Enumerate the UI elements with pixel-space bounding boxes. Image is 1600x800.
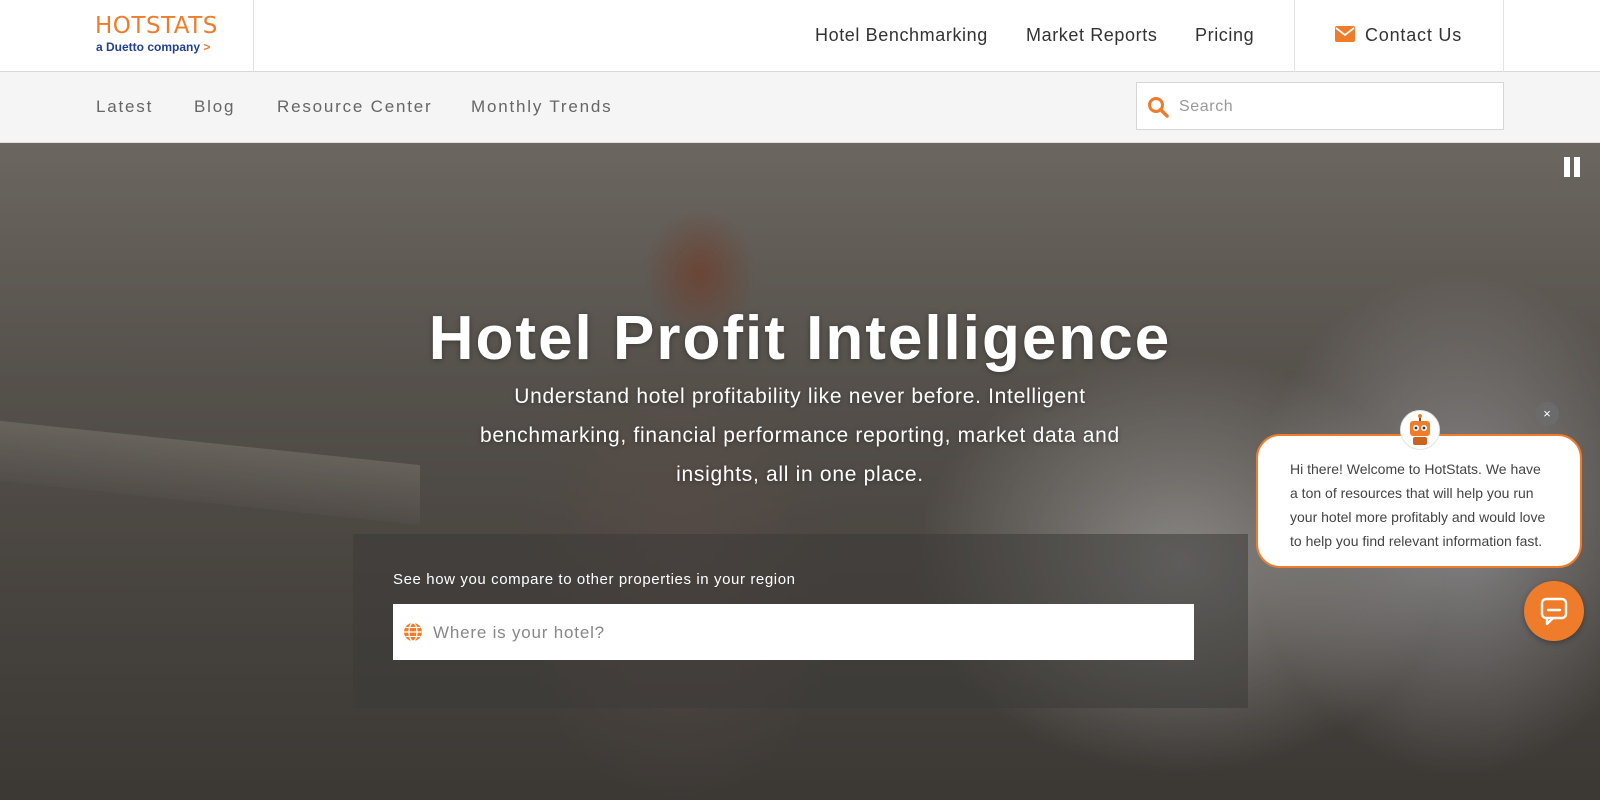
pause-video-button[interactable]	[1562, 155, 1582, 179]
nav-market-reports[interactable]: Market Reports	[1026, 24, 1157, 46]
hero-subtitle: Understand hotel profitability like neve…	[480, 385, 1120, 486]
logo-tagline: a Duetto company >	[96, 41, 210, 53]
nav-pricing[interactable]: Pricing	[1195, 24, 1254, 46]
search-box	[1136, 82, 1504, 130]
chat-close-button[interactable]: ×	[1535, 402, 1559, 426]
pause-icon-bar	[1574, 157, 1580, 177]
top-header: HOTSTATS a Duetto company > Hotel Benchm…	[0, 0, 1600, 72]
chat-welcome-message: Hi there! Welcome to HotStats. We have a…	[1290, 461, 1546, 549]
hero-title: Hotel Profit Intelligence	[428, 304, 1172, 373]
hotel-compare-panel: See how you compare to other properties …	[353, 534, 1248, 708]
logo-wordmark: HOTSTATS	[95, 13, 218, 39]
chat-welcome-bubble[interactable]: Hi there! Welcome to HotStats. We have a…	[1256, 434, 1582, 568]
sub-navigation: Latest Blog Resource Center Monthly Tren…	[0, 72, 1600, 143]
logo[interactable]: HOTSTATS a Duetto company >	[0, 0, 254, 72]
pause-icon	[1564, 157, 1570, 177]
globe-icon	[404, 622, 422, 642]
robot-avatar-graphic	[1410, 414, 1430, 445]
logo-tagline-text: a Duetto company	[96, 40, 201, 54]
subnav-latest[interactable]: Latest	[96, 96, 153, 118]
hotel-location-field	[393, 604, 1194, 660]
hotel-location-input[interactable]	[431, 616, 1175, 650]
chat-launcher-button[interactable]	[1524, 581, 1584, 641]
robot-avatar-icon	[1400, 410, 1440, 450]
nav-hotel-benchmarking[interactable]: Hotel Benchmarking	[815, 24, 988, 46]
subnav-blog[interactable]: Blog	[194, 96, 235, 118]
contact-us-label: Contact Us	[1365, 25, 1463, 45]
search-icon[interactable]	[1147, 96, 1169, 118]
logo-chevron: >	[203, 40, 211, 54]
subnav-resource-center[interactable]: Resource Center	[277, 96, 433, 118]
contact-us-button[interactable]: Contact Us	[1294, 0, 1504, 72]
chat-icon	[1540, 597, 1568, 626]
search-input[interactable]	[1177, 91, 1491, 123]
compare-label: See how you compare to other properties …	[393, 571, 796, 588]
envelope-icon	[1335, 26, 1355, 42]
subnav-monthly-trends[interactable]: Monthly Trends	[471, 96, 612, 118]
